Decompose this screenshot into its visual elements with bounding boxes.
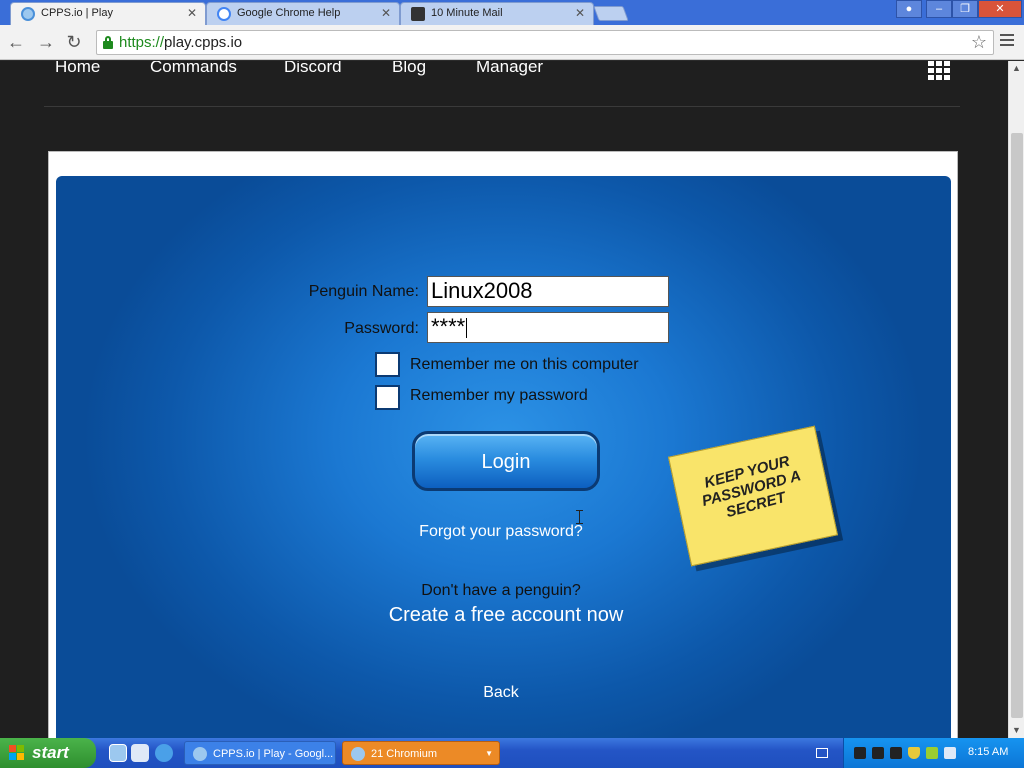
login-panel: Penguin Name: Linux2008 Password: **** R… (56, 176, 951, 738)
profile-icon[interactable]: ● (896, 0, 922, 18)
tray-app-icon[interactable] (890, 747, 902, 759)
taskbar-item-label: CPPS.io | Play - Googl... (213, 748, 334, 760)
show-desktop-icon[interactable] (131, 744, 149, 762)
address-bar[interactable]: https://play.cpps.io ☆ (96, 30, 994, 55)
scrollbar-thumb[interactable] (1011, 133, 1023, 718)
close-tab-icon[interactable]: ✕ (381, 6, 391, 20)
close-tab-icon[interactable]: ✕ (575, 6, 585, 20)
forgot-password-link[interactable]: Forgot your password? (356, 523, 646, 541)
tab-title: 10 Minute Mail (431, 7, 503, 19)
tab-title: CPPS.io | Play (41, 7, 113, 19)
tray-app-icon[interactable] (854, 747, 866, 759)
remember-me-label: Remember me on this computer (410, 356, 639, 373)
close-tab-icon[interactable]: ✕ (187, 6, 197, 20)
text-caret (466, 318, 468, 339)
chromium-quicklaunch-icon[interactable] (109, 744, 127, 762)
tray-app-icon[interactable] (872, 747, 884, 759)
page-viewport: Home Commands Discord Blog Manager Pengu… (0, 61, 1008, 738)
tab-chrome-help[interactable]: Google Chrome Help ✕ (206, 2, 400, 25)
url-text: https://play.cpps.io (119, 34, 243, 51)
reload-icon[interactable]: ↻ (64, 32, 84, 52)
remember-password-checkbox[interactable] (375, 385, 400, 410)
internet-explorer-icon[interactable] (155, 744, 173, 762)
lock-icon (103, 36, 113, 49)
google-icon (217, 7, 231, 21)
penguin-name-input[interactable]: Linux2008 (427, 276, 669, 307)
password-label: Password: (344, 320, 419, 337)
forward-arrow-icon[interactable]: → (36, 32, 56, 52)
volume-icon[interactable] (944, 747, 956, 759)
chrome-menu-icon[interactable] (1000, 34, 1014, 48)
tab-strip: CPPS.io | Play ✕ Google Chrome Help ✕ 10… (0, 0, 1024, 25)
penguin-name-label: Penguin Name: (308, 283, 419, 300)
browser-toolbar: ← → ↻ https://play.cpps.io ☆ (0, 25, 1024, 60)
nav-commands[interactable]: Commands (150, 61, 237, 77)
back-link[interactable]: Back (456, 684, 546, 702)
sticky-note-text: KEEP YOUR PASSWORD A SECRET (700, 452, 803, 522)
nav-blog[interactable]: Blog (392, 61, 426, 77)
divider (44, 106, 960, 107)
keyboard-icon[interactable] (816, 748, 828, 758)
clock: 8:15 AM (968, 746, 1009, 758)
scroll-up-icon[interactable]: ▲ (1012, 63, 1021, 73)
remember-me-checkbox[interactable] (375, 352, 400, 377)
page-scrollbar[interactable]: ▲ ▼ (1008, 61, 1024, 738)
taskbar-item-label: 21 Chromium (371, 748, 438, 760)
bookmark-star-icon[interactable]: ☆ (971, 32, 987, 53)
password-input[interactable]: **** (427, 312, 669, 343)
login-frame: Penguin Name: Linux2008 Password: **** R… (48, 151, 958, 738)
system-tray: 8:15 AM (843, 738, 1024, 768)
taskbar-item-cpps[interactable]: CPPS.io | Play - Googl... (184, 741, 336, 765)
taskbar-item-chromium-group[interactable]: 21 Chromium ▼ (342, 741, 500, 765)
tab-10-minute-mail[interactable]: 10 Minute Mail ✕ (400, 2, 594, 25)
no-penguin-text: Don't have a penguin? (421, 582, 581, 599)
apps-grid-icon[interactable] (928, 61, 950, 80)
text-cursor-icon (576, 510, 584, 524)
login-button[interactable]: Login (412, 431, 600, 491)
ten-minute-mail-icon (411, 7, 425, 21)
nav-manager[interactable]: Manager (476, 61, 543, 77)
remember-password-label: Remember my password (410, 387, 588, 404)
new-tab-button[interactable] (593, 6, 629, 21)
chromium-icon (21, 7, 35, 21)
minimize-button[interactable]: – (926, 0, 952, 18)
password-reminder-note: KEEP YOUR PASSWORD A SECRET (667, 425, 839, 567)
close-window-button[interactable]: ✕ (978, 0, 1022, 18)
security-shield-icon[interactable] (908, 747, 920, 759)
create-account-link[interactable]: Create a free account now (336, 604, 676, 627)
tab-cpps-play[interactable]: CPPS.io | Play ✕ (10, 2, 206, 25)
chromium-icon (351, 747, 365, 761)
back-arrow-icon[interactable]: ← (6, 32, 26, 52)
start-button[interactable]: start (0, 738, 96, 768)
chromium-icon (193, 747, 207, 761)
tab-title: Google Chrome Help (237, 7, 341, 19)
scroll-down-icon[interactable]: ▼ (1012, 725, 1021, 735)
site-nav: Home Commands Discord Blog Manager (0, 61, 1008, 107)
nav-home[interactable]: Home (55, 61, 100, 77)
windows-logo-icon (9, 745, 25, 761)
start-label: start (32, 743, 69, 762)
nav-discord[interactable]: Discord (284, 61, 342, 77)
taskbar: start CPPS.io | Play - Googl... 21 Chrom… (0, 738, 1024, 768)
restore-button[interactable]: ❐ (952, 0, 978, 18)
chevron-down-icon: ▼ (485, 749, 493, 758)
network-icon[interactable] (926, 747, 938, 759)
